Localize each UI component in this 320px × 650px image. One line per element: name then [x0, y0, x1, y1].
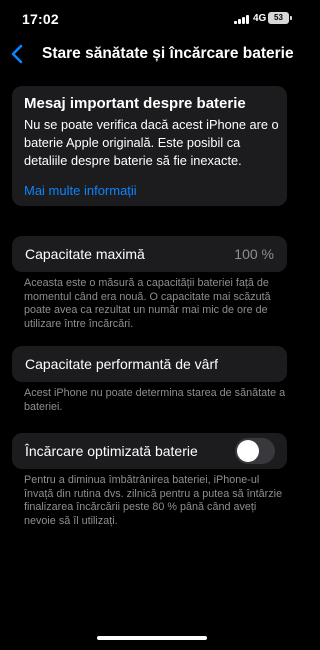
max-capacity-row: Capacitate maximă 100 % [12, 236, 287, 272]
max-capacity-note: Aceasta este o măsură a capacității bate… [24, 277, 271, 330]
optimized-charging-row: Încărcare optimizată baterie [12, 433, 287, 469]
optimized-charging-label: Încărcare optimizată baterie [25, 443, 198, 459]
optimized-charging-note: Pentru a diminua îmbătrânirea bateriei, … [24, 474, 283, 527]
peak-performance-label: Capacitate performantă de vârf [25, 356, 218, 372]
warning-body: Nu se poate verifica dacă acest iPhone a… [24, 117, 279, 168]
max-capacity-label: Capacitate maximă [25, 246, 145, 262]
status-time: 17:02 [22, 11, 59, 27]
page-title: Stare sănătate și încărcare baterie [42, 45, 294, 62]
max-capacity-value: 100 % [234, 246, 274, 262]
battery-tip [290, 16, 292, 20]
battery-icon: 53 [268, 12, 289, 24]
warning-title: Mesaj important despre baterie [24, 95, 246, 112]
home-indicator[interactable] [97, 636, 207, 640]
cellular-signal-icon [234, 15, 249, 24]
battery-warning-card: Mesaj important despre baterie Nu se poa… [12, 86, 287, 206]
network-type: 4G [253, 13, 267, 24]
optimized-charging-toggle[interactable] [235, 438, 275, 464]
status-bar: 17:02 4G 53 [0, 0, 300, 36]
peak-performance-row: Capacitate performantă de vârf [12, 346, 287, 382]
peak-performance-note: Acest iPhone nu poate determina starea d… [24, 387, 286, 413]
chevron-left-icon[interactable] [6, 42, 30, 66]
toggle-knob [237, 440, 259, 462]
more-info-link[interactable]: Mai multe informații [24, 182, 137, 200]
nav-bar: Stare sănătate și încărcare baterie [0, 36, 300, 72]
battery-level: 53 [274, 13, 283, 22]
